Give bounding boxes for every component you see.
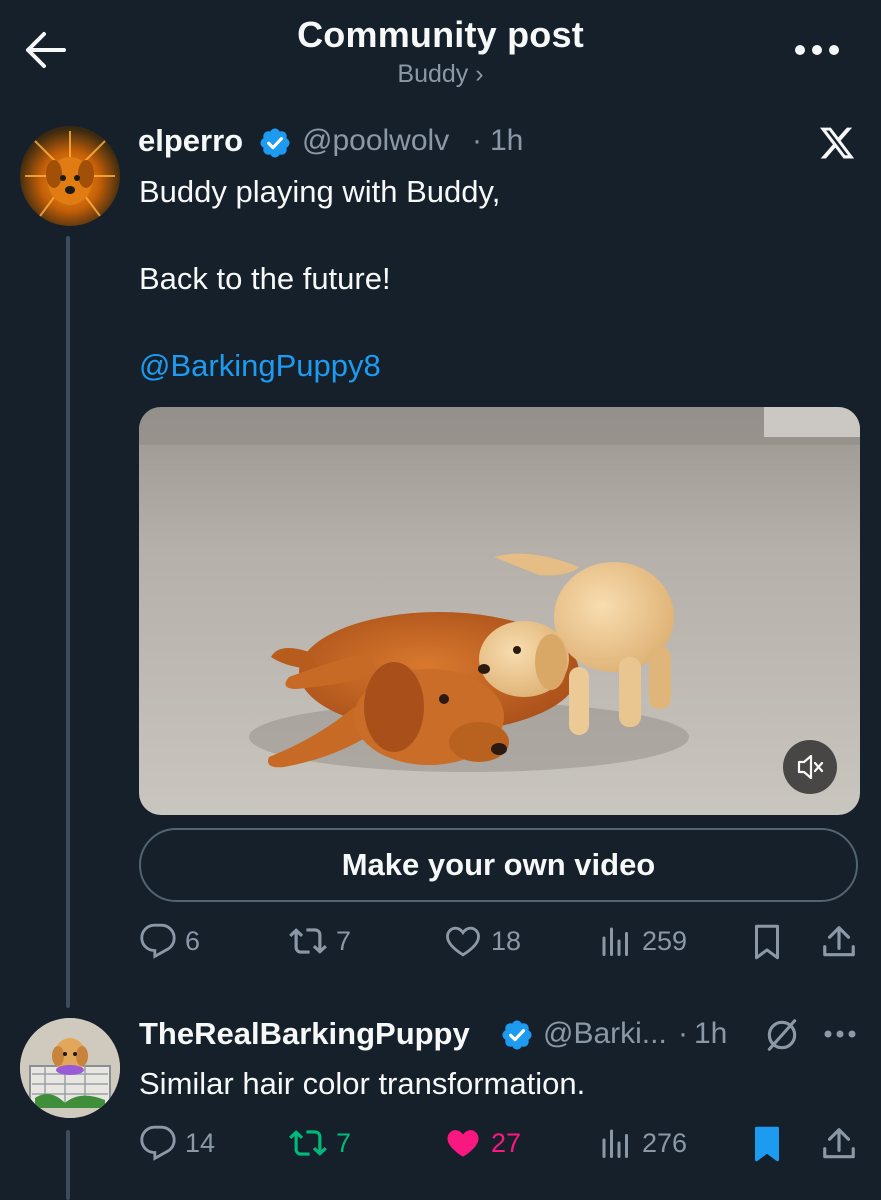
post-text-line: Buddy playing with Buddy, <box>139 174 501 209</box>
views-count: 259 <box>642 925 688 956</box>
separator-dot: · <box>678 1017 688 1050</box>
bookmark-button[interactable] <box>749 922 785 962</box>
like-count: 27 <box>491 1127 522 1158</box>
thread-line <box>66 236 70 1008</box>
reply-icon <box>140 1125 176 1161</box>
like-button[interactable]: 27 <box>443 1124 521 1162</box>
views-icon <box>602 927 628 956</box>
reply-more-button[interactable] <box>822 1026 858 1042</box>
post-timestamp[interactable]: 1h <box>490 124 523 158</box>
more-options-button[interactable] <box>792 40 842 60</box>
thread-line <box>66 1130 70 1200</box>
mute-icon <box>797 754 824 780</box>
bookmark-button[interactable] <box>749 1124 785 1164</box>
like-count: 18 <box>491 925 522 956</box>
more-icon <box>824 1030 856 1038</box>
author-name[interactable]: elperro <box>138 123 243 159</box>
repost-icon <box>289 928 327 954</box>
reply-timestamp[interactable]: 1h <box>694 1017 727 1051</box>
views-button[interactable]: 276 <box>598 1124 687 1162</box>
puppy-cart-avatar-image <box>20 1018 120 1118</box>
share-button[interactable] <box>820 922 858 962</box>
reply-author-name[interactable]: TheRealBarkingPuppy <box>139 1016 470 1052</box>
more-icon <box>795 45 839 55</box>
community-link[interactable]: Buddy › <box>0 60 881 89</box>
reply-text: Similar hair color transformation. <box>139 1066 586 1101</box>
mute-button[interactable] <box>783 740 837 794</box>
video-frame-image <box>139 407 860 815</box>
separator-dot: · <box>472 124 482 157</box>
make-your-own-video-button[interactable]: Make your own video <box>139 828 858 902</box>
like-button[interactable]: 18 <box>443 922 521 960</box>
views-icon <box>602 1129 628 1158</box>
post-video[interactable] <box>139 407 860 815</box>
avatar[interactable] <box>20 126 120 226</box>
repost-count: 7 <box>336 925 352 956</box>
views-button[interactable]: 259 <box>598 922 687 960</box>
grok-button[interactable] <box>763 1016 801 1054</box>
reply-icon <box>140 923 176 959</box>
verified-icon <box>258 126 292 160</box>
author-handle[interactable]: @poolwolv <box>302 124 449 158</box>
reply-count: 14 <box>185 1127 216 1158</box>
repost-count: 7 <box>336 1127 352 1158</box>
mention-link[interactable]: @BarkingPuppy8 <box>139 348 381 384</box>
share-icon <box>823 1128 855 1159</box>
share-icon <box>823 926 855 957</box>
like-icon <box>446 926 480 957</box>
x-logo-icon <box>818 124 856 162</box>
repost-button[interactable]: 7 <box>288 922 351 960</box>
dog-avatar-image <box>25 131 115 217</box>
like-icon <box>447 1130 479 1157</box>
reply-button[interactable]: 6 <box>139 922 200 960</box>
reply-avatar[interactable] <box>20 1018 120 1118</box>
repost-button[interactable]: 7 <box>288 1124 351 1162</box>
bookmark-icon <box>755 1126 779 1162</box>
verified-icon <box>500 1018 534 1052</box>
grok-icon <box>767 1019 797 1051</box>
reply-count: 6 <box>185 925 201 956</box>
views-count: 276 <box>642 1127 688 1158</box>
share-button[interactable] <box>820 1124 858 1164</box>
page-title: Community post <box>297 14 584 55</box>
bookmark-icon <box>755 924 779 960</box>
post-text-line: Back to the future! <box>139 261 391 296</box>
reply-author-handle[interactable]: @Barki... <box>543 1017 667 1051</box>
reply-button[interactable]: 14 <box>139 1124 215 1162</box>
repost-icon <box>289 1130 327 1156</box>
